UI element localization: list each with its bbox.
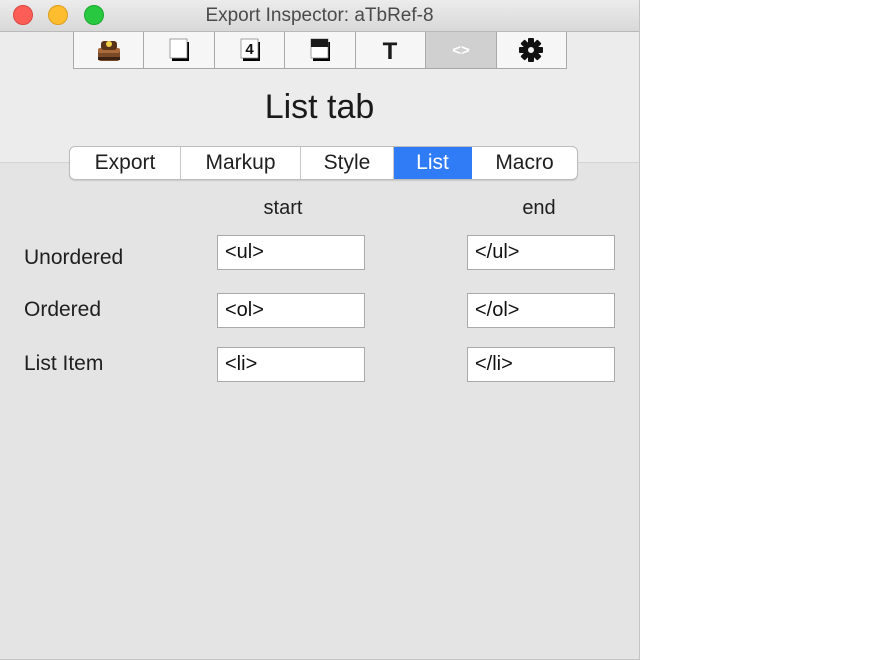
tab-list[interactable]: List [394,147,472,179]
code-brackets-icon: <> [452,42,470,59]
ordered-label: Ordered [24,298,102,321]
toolbar-text-button[interactable]: T [356,32,427,68]
list-item-start-input[interactable] [217,347,365,382]
unordered-end-input[interactable] [467,235,615,270]
toolbar-code-button[interactable]: <> [426,32,497,68]
list-item-end-input[interactable] [467,347,615,382]
template-page-icon [310,38,330,61]
title-bar[interactable]: Export Inspector: aTbRef-8 [0,0,639,32]
number-page-label: 4 [245,41,254,58]
toolbar-number-page-button[interactable]: 4 [215,32,286,68]
unordered-label: Unordered [24,246,124,269]
export-inspector-window: Export Inspector: aTbRef-8 4 T <> List t… [0,0,640,660]
end-column-header: end [522,197,556,219]
page-title: List tab [264,88,375,126]
list-item-label: List Item [24,352,104,375]
unordered-start-input[interactable] [217,235,365,270]
window-title: Export Inspector: aTbRef-8 [205,5,434,26]
ordered-start-input[interactable] [217,293,365,328]
tab-export[interactable]: Export [70,147,181,179]
gear-icon [519,38,544,62]
toolbar-template-page-button[interactable] [285,32,356,68]
toolbar-page-button[interactable] [144,32,215,68]
stamp-icon [97,41,120,61]
tab-style[interactable]: Style [301,147,394,179]
start-column-header: start [263,197,303,219]
code-brackets-label: <> [452,42,470,59]
tab-macro[interactable]: Macro [472,147,577,179]
inspector-toolbar: 4 T <> [73,32,567,69]
text-icon-label: T [383,38,398,64]
tab-markup[interactable]: Markup [181,147,301,179]
text-icon: T [383,38,398,64]
toolbar-settings-button[interactable] [497,32,566,68]
toolbar-stamp-button[interactable] [74,32,145,68]
inspector-tabs: Export Markup Style List Macro [69,146,578,180]
number-page-icon: 4 [240,38,260,61]
ordered-end-input[interactable] [467,293,615,328]
page-icon [169,38,190,61]
